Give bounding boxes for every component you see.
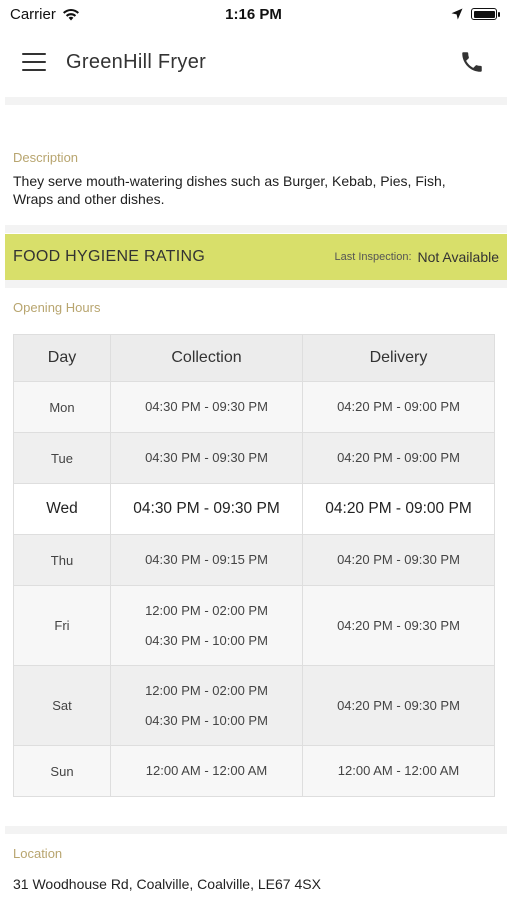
hamburger-menu-icon[interactable] [22,53,46,71]
day-cell: Sat [13,665,111,746]
delivery-cell: 04:20 PM - 09:00 PM [302,483,495,535]
status-right [451,8,500,20]
collection-slot: 04:30 PM - 09:30 PM [133,500,280,517]
table-row: Sun 12:00 AM - 12:00 AM 12:00 AM - 12:00… [13,745,495,797]
collection-cell: 04:30 PM - 09:30 PM [110,381,303,433]
collection-cell: 12:00 PM - 02:00 PM 04:30 PM - 10:00 PM [110,585,303,666]
page-title: GreenHill Fryer [66,50,207,73]
phone-icon[interactable] [459,49,485,75]
day-cell: Thu [13,534,111,586]
battery-icon [471,8,500,20]
delivery-cell: 04:20 PM - 09:30 PM [302,585,495,666]
day-cell: Sun [13,745,111,797]
column-header-delivery: Delivery [302,334,495,382]
food-hygiene-rating-bar: FOOD HYGIENE RATING Last Inspection: Not… [5,234,507,280]
delivery-cell: 12:00 AM - 12:00 AM [302,745,495,797]
column-header-day: Day [13,334,111,382]
delivery-cell: 04:20 PM - 09:00 PM [302,381,495,433]
section-divider [5,826,507,834]
status-left: Carrier [10,6,80,23]
delivery-slot: 04:20 PM - 09:00 PM [337,399,460,414]
last-inspection-value: Not Available [417,249,499,265]
collection-slot: 12:00 PM - 02:00 PM [145,602,268,618]
table-header-row: Day Collection Delivery [13,334,495,382]
collection-slot: 12:00 AM - 12:00 AM [145,763,268,778]
hygiene-title: FOOD HYGIENE RATING [13,248,206,265]
location-arrow-icon [451,8,463,20]
collection-slot: 12:00 PM - 02:00 PM [145,682,268,698]
collection-slot: 04:30 PM - 09:30 PM [145,399,268,414]
delivery-cell: 04:20 PM - 09:00 PM [302,432,495,484]
delivery-slot: 12:00 AM - 12:00 AM [337,763,460,778]
collection-cell: 04:30 PM - 09:30 PM [110,432,303,484]
day-cell: Mon [13,381,111,433]
status-bar: Carrier 1:16 PM [0,0,507,28]
opening-hours-label: Opening Hours [13,300,101,315]
delivery-cell: 04:20 PM - 09:30 PM [302,534,495,586]
table-row: Mon 04:30 PM - 09:30 PM 04:20 PM - 09:00… [13,381,495,433]
delivery-slot: 04:20 PM - 09:00 PM [337,450,460,465]
carrier-label: Carrier [10,5,56,23]
day-cell: Wed [13,483,111,535]
wifi-icon [62,8,79,20]
location-address: 31 Woodhouse Rd, Coalville, Coalville, L… [13,876,321,892]
last-inspection-label: Last Inspection: [334,251,412,263]
last-inspection: Last Inspection: Not Available [334,249,499,265]
collection-slot: 04:30 PM - 10:00 PM [145,632,268,648]
collection-cell: 04:30 PM - 09:15 PM [110,534,303,586]
header-divider [5,97,507,105]
table-row: Fri 12:00 PM - 02:00 PM 04:30 PM - 10:00… [13,585,495,666]
section-divider [5,225,507,233]
collection-cell: 04:30 PM - 09:30 PM [110,483,303,535]
table-row-current-day: Wed 04:30 PM - 09:30 PM 04:20 PM - 09:00… [13,483,495,535]
description-text: They serve mouth-watering dishes such as… [13,173,446,207]
app-header: GreenHill Fryer [0,36,507,88]
collection-slot: 04:30 PM - 10:00 PM [145,712,268,728]
day-cell: Tue [13,432,111,484]
collection-slot: 04:30 PM - 09:15 PM [145,552,268,567]
collection-cell: 12:00 PM - 02:00 PM 04:30 PM - 10:00 PM [110,665,303,746]
collection-cell: 12:00 AM - 12:00 AM [110,745,303,797]
delivery-slot: 04:20 PM - 09:30 PM [337,552,460,567]
description-label: Description [13,150,79,165]
delivery-slot: 04:20 PM - 09:30 PM [337,617,460,633]
section-divider [5,280,507,288]
day-cell: Fri [13,585,111,666]
location-label: Location [13,846,63,861]
collection-slot: 04:30 PM - 09:30 PM [145,450,268,465]
column-header-collection: Collection [110,334,303,382]
table-row: Sat 12:00 PM - 02:00 PM 04:30 PM - 10:00… [13,665,495,746]
opening-hours-table: Day Collection Delivery Mon 04:30 PM - 0… [13,334,495,797]
table-row: Tue 04:30 PM - 09:30 PM 04:20 PM - 09:00… [13,432,495,484]
delivery-slot: 04:20 PM - 09:30 PM [337,697,460,713]
table-row: Thu 04:30 PM - 09:15 PM 04:20 PM - 09:30… [13,534,495,586]
delivery-slot: 04:20 PM - 09:00 PM [325,500,472,517]
delivery-cell: 04:20 PM - 09:30 PM [302,665,495,746]
